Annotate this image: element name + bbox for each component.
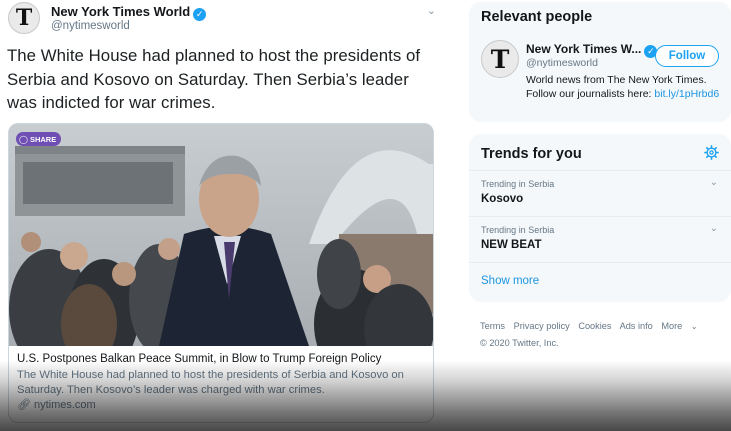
tweet: T New York Times World ✓ @nytimesworld ⌄ … xyxy=(0,0,447,431)
footer-link-cookies[interactable]: Cookies xyxy=(578,321,611,331)
gear-icon[interactable] xyxy=(704,145,719,160)
tweet-text: The White House had planned to host the … xyxy=(7,46,421,112)
avatar[interactable]: T xyxy=(8,2,40,34)
trend-item[interactable]: Trending in Serbia Kosovo ⌄ xyxy=(469,170,731,216)
footer-link-privacy[interactable]: Privacy policy xyxy=(514,321,570,331)
account-name-text[interactable]: New York Times World xyxy=(51,4,190,19)
verified-badge-icon: ✓ xyxy=(193,8,207,21)
follow-button[interactable]: Follow xyxy=(655,45,719,67)
footer-link-terms[interactable]: Terms xyxy=(480,321,505,331)
account-name[interactable]: New York Times World ✓ xyxy=(51,4,207,21)
person-bio: World news from The New York Times. Foll… xyxy=(526,74,726,101)
chevron-down-icon[interactable]: ⌄ xyxy=(427,4,436,17)
relevant-person[interactable]: T New York Times W... ✓ @nytimesworld Fol… xyxy=(469,32,731,122)
show-more-link[interactable]: Show more xyxy=(469,262,731,302)
trends-panel: Trends for you Trending in Serbia Kosovo… xyxy=(469,134,731,302)
person-name[interactable]: New York Times W... ✓ xyxy=(526,42,658,58)
card-description: The White House had planned to host the … xyxy=(17,369,404,396)
viber-icon: ◯ xyxy=(19,134,28,144)
chevron-down-icon[interactable]: ⌄ xyxy=(710,223,718,234)
trend-name[interactable]: Kosovo xyxy=(481,193,523,205)
trend-item[interactable]: Trending in Serbia NEW BEAT ⌄ xyxy=(469,216,731,262)
footer-link-more-text[interactable]: More xyxy=(661,321,682,331)
sidebar: Relevant people T New York Times W... ✓ @… xyxy=(447,0,731,431)
avatar[interactable]: T xyxy=(481,40,519,78)
footer: Terms Privacy policy Cookies Ads info Mo… xyxy=(480,318,730,352)
footer-link-ads-info[interactable]: Ads info xyxy=(620,321,653,331)
account-handle[interactable]: @nytimesworld xyxy=(51,20,130,32)
card-domain-text[interactable]: nytimes.com xyxy=(34,399,96,411)
person-handle[interactable]: @nytimesworld xyxy=(526,57,598,69)
card-title[interactable]: U.S. Postpones Balkan Peace Summit, in B… xyxy=(17,352,427,367)
share-badge[interactable]: ◯ SHARE xyxy=(16,132,62,146)
footer-links: Terms Privacy policy Cookies Ads info Mo… xyxy=(480,318,730,335)
copyright: © 2020 Twitter, Inc. xyxy=(480,338,559,348)
link-card[interactable]: ◯ SHARE U.S. Postpones Balkan Peace Summ… xyxy=(8,123,434,423)
news-photo xyxy=(9,124,433,346)
card-domain[interactable]: 🔗︎ nytimes.com xyxy=(17,398,427,412)
card-body[interactable]: U.S. Postpones Balkan Peace Summit, in B… xyxy=(9,346,433,422)
footer-link-more[interactable]: More ⌄ xyxy=(661,321,703,331)
chevron-down-icon[interactable]: ⌄ xyxy=(710,177,718,188)
share-badge-label: SHARE xyxy=(29,134,57,144)
chevron-down-icon: ⌄ xyxy=(690,322,698,331)
link-icon: 🔗︎ xyxy=(17,399,31,411)
person-name-text[interactable]: New York Times W... xyxy=(526,42,641,56)
panel-title: Relevant people xyxy=(469,2,731,32)
trend-meta: Trending in Serbia xyxy=(481,225,555,235)
trend-name[interactable]: NEW BEAT xyxy=(481,239,541,251)
tweet-header: T New York Times World ✓ @nytimesworld ⌄ xyxy=(8,2,440,36)
panel-title: Trends for you xyxy=(481,146,582,162)
bio-link[interactable]: bit.ly/1pHrbd6 xyxy=(654,88,719,100)
relevant-people-panel: Relevant people T New York Times W... ✓ @… xyxy=(469,2,731,122)
trend-meta: Trending in Serbia xyxy=(481,179,555,189)
card-photo: ◯ SHARE xyxy=(9,124,433,346)
